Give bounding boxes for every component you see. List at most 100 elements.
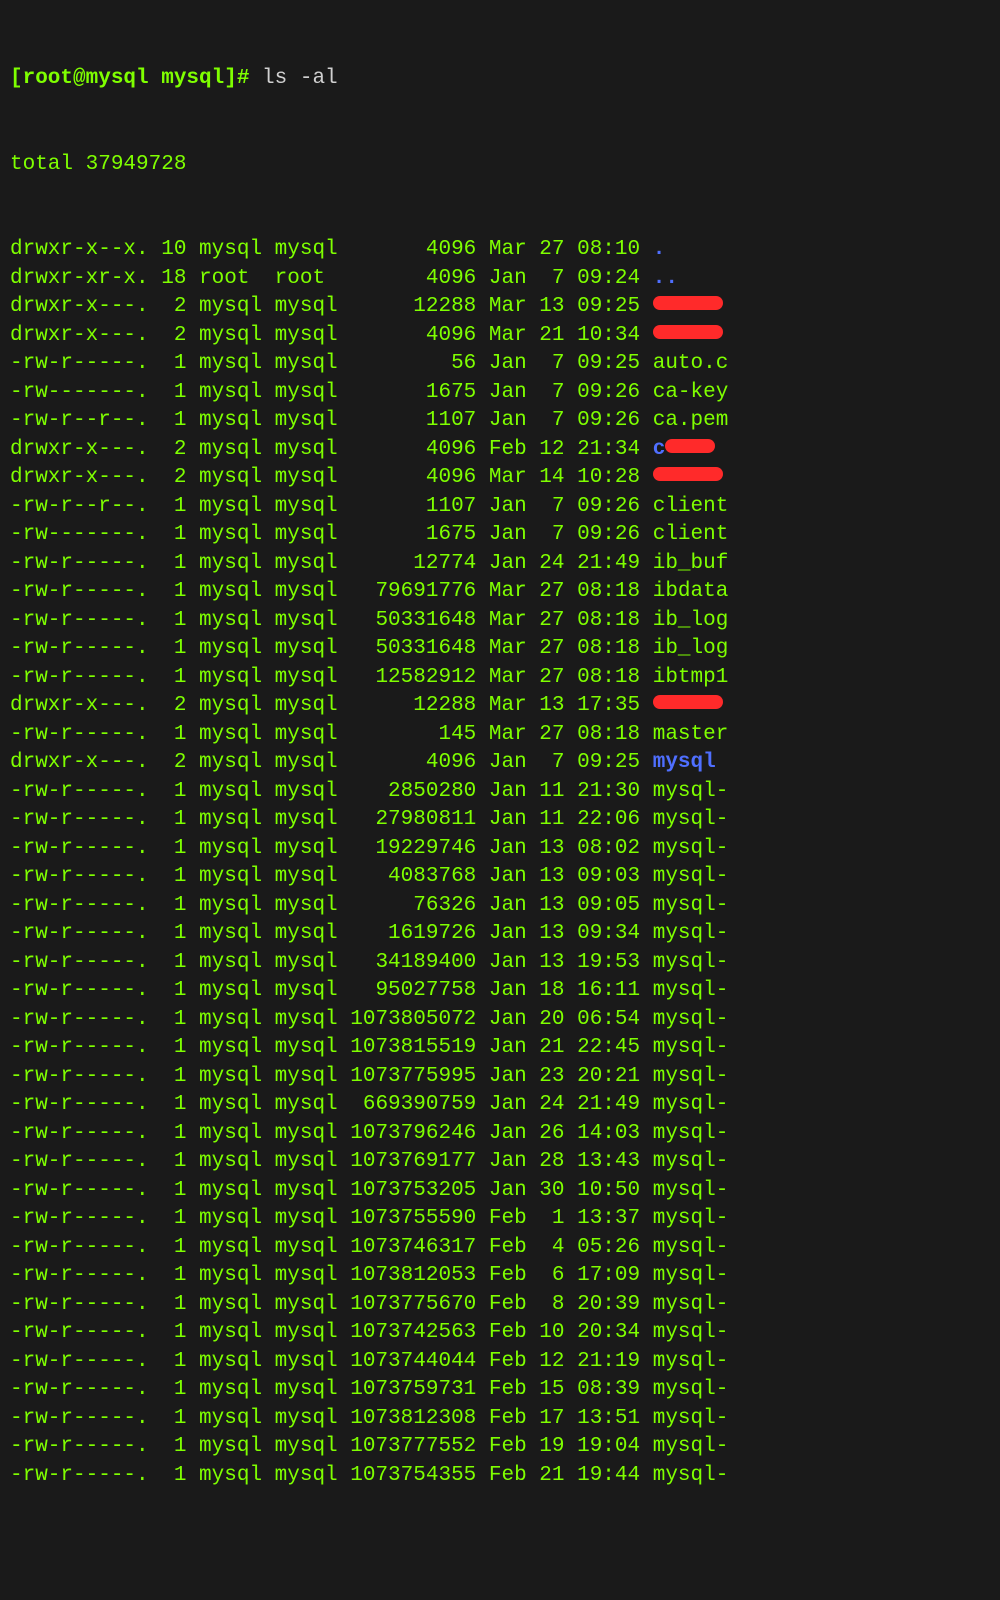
list-item: -rw-r-----. 1 mysql mysql 1073812308 Feb… <box>10 1405 990 1434</box>
ls-listing: drwxr-x--x. 10 mysql mysql 4096 Mar 27 0… <box>10 236 990 1490</box>
file-meta: -rw-r-----. 1 mysql mysql 34189400 Jan 1… <box>10 951 653 974</box>
shell-command: ls -al <box>262 67 338 90</box>
file-name: mysql- <box>653 1321 729 1344</box>
file-name: mysql- <box>653 1236 729 1259</box>
file-meta: -rw-r-----. 1 mysql mysql 27980811 Jan 1… <box>10 808 653 831</box>
file-name: client <box>653 523 729 546</box>
file-meta: -rw-r-----. 1 mysql mysql 1073754355 Feb… <box>10 1464 653 1487</box>
file-meta: -rw-r-----. 1 mysql mysql 12582912 Mar 2… <box>10 666 653 689</box>
list-item: -rw-r-----. 1 mysql mysql 56 Jan 7 09:25… <box>10 350 990 379</box>
redaction-mark <box>665 439 715 453</box>
list-item: -rw-r-----. 1 mysql mysql 1073805072 Jan… <box>10 1006 990 1035</box>
list-item: drwxr-xr-x. 18 root root 4096 Jan 7 09:2… <box>10 265 990 294</box>
file-name: mysql- <box>653 1150 729 1173</box>
list-item: -rw-r-----. 1 mysql mysql 1073746317 Feb… <box>10 1234 990 1263</box>
file-meta: -rw-r-----. 1 mysql mysql 1073815519 Jan… <box>10 1036 653 1059</box>
redaction-mark <box>653 467 723 481</box>
file-name: ib_buf <box>653 552 729 575</box>
file-name: mysql- <box>653 1179 729 1202</box>
file-name: mysql- <box>653 979 729 1002</box>
file-name: mysql- <box>653 894 729 917</box>
list-item: drwxr-x---. 2 mysql mysql 4096 Feb 12 21… <box>10 436 990 465</box>
file-meta: -rw-r-----. 1 mysql mysql 1073775670 Feb… <box>10 1293 653 1316</box>
list-item: -rw-r-----. 1 mysql mysql 1073759731 Feb… <box>10 1376 990 1405</box>
list-item: drwxr-x---. 2 mysql mysql 4096 Jan 7 09:… <box>10 749 990 778</box>
file-meta: -rw-------. 1 mysql mysql 1675 Jan 7 09:… <box>10 381 653 404</box>
file-name: mysql- <box>653 1378 729 1401</box>
list-item: -rw-r-----. 1 mysql mysql 1073744044 Feb… <box>10 1348 990 1377</box>
list-item: -rw-r-----. 1 mysql mysql 34189400 Jan 1… <box>10 949 990 978</box>
list-item: drwxr-x---. 2 mysql mysql 12288 Mar 13 0… <box>10 293 990 322</box>
terminal-output[interactable]: [root@mysql mysql]# ls -al total 3794972… <box>0 0 1000 1527</box>
list-item: -rw-r-----. 1 mysql mysql 1619726 Jan 13… <box>10 920 990 949</box>
list-item: -rw-r-----. 1 mysql mysql 1073815519 Jan… <box>10 1034 990 1063</box>
file-meta: -rw-r-----. 1 mysql mysql 1073759731 Feb… <box>10 1378 653 1401</box>
file-name: mysql- <box>653 1350 729 1373</box>
list-item: -rw-r-----. 1 mysql mysql 50331648 Mar 2… <box>10 607 990 636</box>
file-meta: -rw-r-----. 1 mysql mysql 56 Jan 7 09:25 <box>10 352 653 375</box>
list-item: -rw-r-----. 1 mysql mysql 50331648 Mar 2… <box>10 635 990 664</box>
file-name: . <box>653 238 666 261</box>
list-item: -rw-r-----. 1 mysql mysql 1073769177 Jan… <box>10 1148 990 1177</box>
file-meta: -rw-r-----. 1 mysql mysql 1619726 Jan 13… <box>10 922 653 945</box>
file-meta: -rw-r-----. 1 mysql mysql 1073805072 Jan… <box>10 1008 653 1031</box>
file-meta: -rw-r-----. 1 mysql mysql 1073796246 Jan… <box>10 1122 653 1145</box>
list-item: -rw-r-----. 1 mysql mysql 95027758 Jan 1… <box>10 977 990 1006</box>
file-meta: -rw-r-----. 1 mysql mysql 19229746 Jan 1… <box>10 837 653 860</box>
file-meta: -rw-r-----. 1 mysql mysql 76326 Jan 13 0… <box>10 894 653 917</box>
file-meta: -rw-r-----. 1 mysql mysql 1073769177 Jan… <box>10 1150 653 1173</box>
file-meta: -rw-r-----. 1 mysql mysql 1073777552 Feb… <box>10 1435 653 1458</box>
file-meta: -rw-r-----. 1 mysql mysql 95027758 Jan 1… <box>10 979 653 1002</box>
file-meta: -rw-r-----. 1 mysql mysql 4083768 Jan 13… <box>10 865 653 888</box>
list-item: -rw-r-----. 1 mysql mysql 1073742563 Feb… <box>10 1319 990 1348</box>
list-item: -rw-r-----. 1 mysql mysql 79691776 Mar 2… <box>10 578 990 607</box>
file-name: mysql- <box>653 837 729 860</box>
file-name: client <box>653 495 729 518</box>
file-name: mysql- <box>653 1207 729 1230</box>
file-name: ib_log <box>653 609 729 632</box>
redaction-mark <box>653 296 723 310</box>
file-meta: drwxr-x---. 2 mysql mysql 12288 Mar 13 0… <box>10 295 653 318</box>
file-name: ibtmp1 <box>653 666 729 689</box>
file-name: auto.c <box>653 352 729 375</box>
file-name: ibdata <box>653 580 729 603</box>
file-meta: -rw-r-----. 1 mysql mysql 50331648 Mar 2… <box>10 609 653 632</box>
redaction-mark <box>653 695 723 709</box>
file-meta: -rw-r-----. 1 mysql mysql 1073746317 Feb… <box>10 1236 653 1259</box>
file-name: master <box>653 723 729 746</box>
file-meta: -rw-r-----. 1 mysql mysql 1073755590 Feb… <box>10 1207 653 1230</box>
list-item: -rw-------. 1 mysql mysql 1675 Jan 7 09:… <box>10 521 990 550</box>
file-meta: drwxr-x---. 2 mysql mysql 12288 Mar 13 1… <box>10 694 653 717</box>
list-item: -rw-r-----. 1 mysql mysql 2850280 Jan 11… <box>10 778 990 807</box>
file-name: mysql- <box>653 1435 729 1458</box>
shell-prompt: [root@mysql mysql]# <box>10 67 262 90</box>
list-item: drwxr-x--x. 10 mysql mysql 4096 Mar 27 0… <box>10 236 990 265</box>
file-meta: drwxr-xr-x. 18 root root 4096 Jan 7 09:2… <box>10 267 653 290</box>
file-name: ca-key <box>653 381 729 404</box>
list-item: -rw-r-----. 1 mysql mysql 1073753205 Jan… <box>10 1177 990 1206</box>
file-name: mysql- <box>653 1122 729 1145</box>
list-item: -rw-------. 1 mysql mysql 1675 Jan 7 09:… <box>10 379 990 408</box>
list-item: -rw-r--r--. 1 mysql mysql 1107 Jan 7 09:… <box>10 493 990 522</box>
file-name: c <box>653 438 666 461</box>
list-item: -rw-r-----. 1 mysql mysql 1073812053 Feb… <box>10 1262 990 1291</box>
file-name: mysql- <box>653 1008 729 1031</box>
file-meta: -rw-r--r--. 1 mysql mysql 1107 Jan 7 09:… <box>10 409 653 432</box>
list-item: -rw-r-----. 1 mysql mysql 669390759 Jan … <box>10 1091 990 1120</box>
file-meta: drwxr-x---. 2 mysql mysql 4096 Feb 12 21… <box>10 438 653 461</box>
file-meta: -rw-r-----. 1 mysql mysql 1073812053 Feb… <box>10 1264 653 1287</box>
file-meta: -rw-r-----. 1 mysql mysql 1073744044 Feb… <box>10 1350 653 1373</box>
list-item: -rw-r-----. 1 mysql mysql 4083768 Jan 13… <box>10 863 990 892</box>
list-item: -rw-r-----. 1 mysql mysql 1073775995 Jan… <box>10 1063 990 1092</box>
list-item: drwxr-x---. 2 mysql mysql 4096 Mar 21 10… <box>10 322 990 351</box>
file-name: mysql- <box>653 865 729 888</box>
list-item: -rw-r-----. 1 mysql mysql 76326 Jan 13 0… <box>10 892 990 921</box>
file-name: mysql- <box>653 1065 729 1088</box>
file-meta: -rw-r-----. 1 mysql mysql 145 Mar 27 08:… <box>10 723 653 746</box>
list-item: -rw-r-----. 1 mysql mysql 1073755590 Feb… <box>10 1205 990 1234</box>
file-meta: -rw-r-----. 1 mysql mysql 1073812308 Feb… <box>10 1407 653 1430</box>
file-name: mysql- <box>653 922 729 945</box>
file-name: mysql <box>653 751 716 774</box>
file-meta: -rw-r-----. 1 mysql mysql 1073775995 Jan… <box>10 1065 653 1088</box>
list-item: -rw-r-----. 1 mysql mysql 145 Mar 27 08:… <box>10 721 990 750</box>
